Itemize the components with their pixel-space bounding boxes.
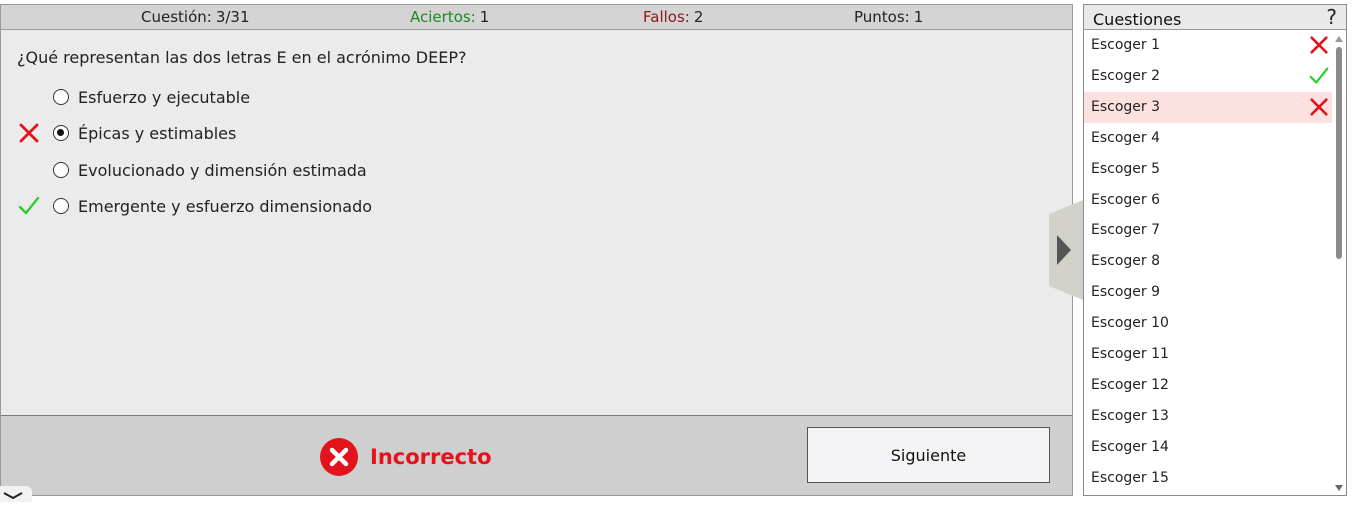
question-counter-label: Cuestión: bbox=[141, 8, 212, 26]
answer-option[interactable]: Evolucionado y dimensión estimada bbox=[53, 158, 367, 182]
errors-counter-label: Fallos: bbox=[643, 8, 690, 26]
question-list-item-label: Escoger 15 bbox=[1091, 469, 1169, 486]
question-list-item-label: Escoger 2 bbox=[1091, 67, 1161, 84]
quiz-panel: Cuestión: 3/31 Aciertos: 1 Fallos: 2 Puntos… bbox=[0, 4, 1073, 496]
errors-counter-value: 2 bbox=[693, 8, 704, 26]
answer-option-label: Evolucionado y dimensión estimada bbox=[78, 160, 367, 180]
result-feedback: Incorrecto bbox=[320, 438, 492, 476]
answer-option-label: Emergente y esfuerzo dimensionado bbox=[78, 196, 373, 216]
question-list-item[interactable]: Escoger 15 bbox=[1084, 463, 1332, 494]
radio-button[interactable] bbox=[53, 89, 69, 105]
radio-button[interactable] bbox=[53, 198, 69, 214]
errors-counter: Fallos: 2 bbox=[643, 5, 703, 29]
question-list-item[interactable]: Escoger 7 bbox=[1084, 215, 1332, 246]
question-list-item-label: Escoger 11 bbox=[1091, 346, 1169, 362]
answer-option-label: Épicas y estimables bbox=[78, 123, 237, 143]
question-list-item[interactable]: Escoger 1 bbox=[1084, 30, 1332, 61]
question-list-item[interactable]: Escoger 13 bbox=[1084, 401, 1332, 432]
answer-option[interactable]: Emergente y esfuerzo dimensionado bbox=[53, 194, 372, 218]
question-list-item-label: Escoger 9 bbox=[1091, 284, 1161, 301]
chevron-down-icon bbox=[3, 492, 23, 500]
radio-button[interactable] bbox=[53, 162, 69, 178]
question-list-item-label: Escoger 10 bbox=[1091, 315, 1169, 332]
question-list-item[interactable]: Escoger 4 bbox=[1084, 123, 1332, 154]
question-list-item-label: Escoger 1 bbox=[1091, 37, 1161, 53]
question-list-item-label: Escoger 5 bbox=[1091, 160, 1161, 177]
help-icon[interactable]: ? bbox=[1326, 5, 1337, 29]
question-counter-value: 3/31 bbox=[215, 8, 250, 26]
scrollbar-thumb[interactable] bbox=[1336, 47, 1342, 259]
correct-counter: Aciertos: 1 bbox=[410, 5, 489, 29]
questions-sidebar: Cuestiones ? Escoger 1 Escoger 2 Escoger 3… bbox=[1083, 4, 1347, 496]
points-counter-value: 1 bbox=[913, 8, 924, 26]
question-list-item-label: Escoger 7 bbox=[1091, 222, 1161, 239]
wrong-mark-icon bbox=[17, 121, 41, 145]
sidebar-title: Cuestiones bbox=[1093, 10, 1182, 29]
play-arrow-icon bbox=[1049, 200, 1083, 300]
question-list-item[interactable]: Escoger 3 bbox=[1084, 91, 1332, 123]
question-list-item[interactable]: Escoger 5 bbox=[1084, 154, 1332, 185]
question-list-item[interactable]: Escoger 14 bbox=[1084, 432, 1332, 463]
x-circle-icon bbox=[320, 438, 358, 476]
correct-counter-label: Aciertos: bbox=[410, 8, 476, 26]
wrong-mark-icon bbox=[1308, 96, 1330, 118]
question-counter: Cuestión: 3/31 bbox=[141, 5, 250, 29]
question-list-item[interactable]: Escoger 12 bbox=[1084, 370, 1332, 401]
result-text: Incorrecto bbox=[370, 445, 492, 469]
question-list-item[interactable]: Escoger 9 bbox=[1084, 277, 1332, 308]
points-counter-label: Puntos: bbox=[854, 8, 910, 26]
next-button[interactable]: Siguiente bbox=[807, 427, 1050, 483]
radio-button[interactable] bbox=[53, 125, 69, 141]
question-list-item[interactable]: Escoger 2 bbox=[1084, 61, 1332, 92]
question-list-item[interactable]: Escoger 11 bbox=[1084, 339, 1332, 370]
sidebar-header: Cuestiones ? bbox=[1084, 5, 1346, 30]
answer-option[interactable]: Esfuerzo y ejecutable bbox=[53, 85, 250, 109]
question-list-item-label: Escoger 14 bbox=[1091, 438, 1169, 455]
question-list-item[interactable]: Escoger 8 bbox=[1084, 246, 1332, 277]
correct-mark-icon bbox=[17, 194, 41, 218]
points-counter: Puntos: 1 bbox=[854, 5, 923, 29]
question-list-item-label: Escoger 12 bbox=[1091, 376, 1169, 393]
sidebar-toggle-button[interactable] bbox=[1047, 200, 1083, 300]
question-list-item[interactable]: Escoger 10 bbox=[1084, 308, 1332, 339]
scrollbar[interactable] bbox=[1332, 30, 1346, 495]
question-list-item-label: Escoger 8 bbox=[1091, 253, 1161, 270]
feedback-footer: Incorrecto Siguiente bbox=[1, 415, 1072, 495]
question-list-item-label: Escoger 6 bbox=[1091, 191, 1161, 208]
question-text: ¿Qué representan las dos letras E en el … bbox=[17, 48, 467, 67]
question-list-item-label: Escoger 13 bbox=[1091, 407, 1169, 424]
questions-list: Escoger 1 Escoger 2 Escoger 3 Escoger 4 Esco… bbox=[1084, 30, 1332, 495]
question-list-item-label: Escoger 4 bbox=[1091, 129, 1161, 146]
wrong-mark-icon bbox=[1308, 34, 1330, 56]
answer-option-label: Esfuerzo y ejecutable bbox=[78, 87, 251, 107]
collapse-toggle[interactable] bbox=[0, 486, 32, 502]
scroll-down-icon[interactable] bbox=[1335, 485, 1343, 491]
question-list-item[interactable]: Escoger 6 bbox=[1084, 185, 1332, 216]
scroll-up-icon[interactable] bbox=[1335, 36, 1343, 42]
correct-counter-value: 1 bbox=[479, 8, 490, 26]
correct-mark-icon bbox=[1308, 65, 1330, 87]
question-list-item-label: Escoger 3 bbox=[1091, 98, 1161, 115]
answer-option[interactable]: Épicas y estimables bbox=[53, 121, 236, 145]
status-bar: Cuestión: 3/31 Aciertos: 1 Fallos: 2 Puntos… bbox=[1, 5, 1072, 30]
